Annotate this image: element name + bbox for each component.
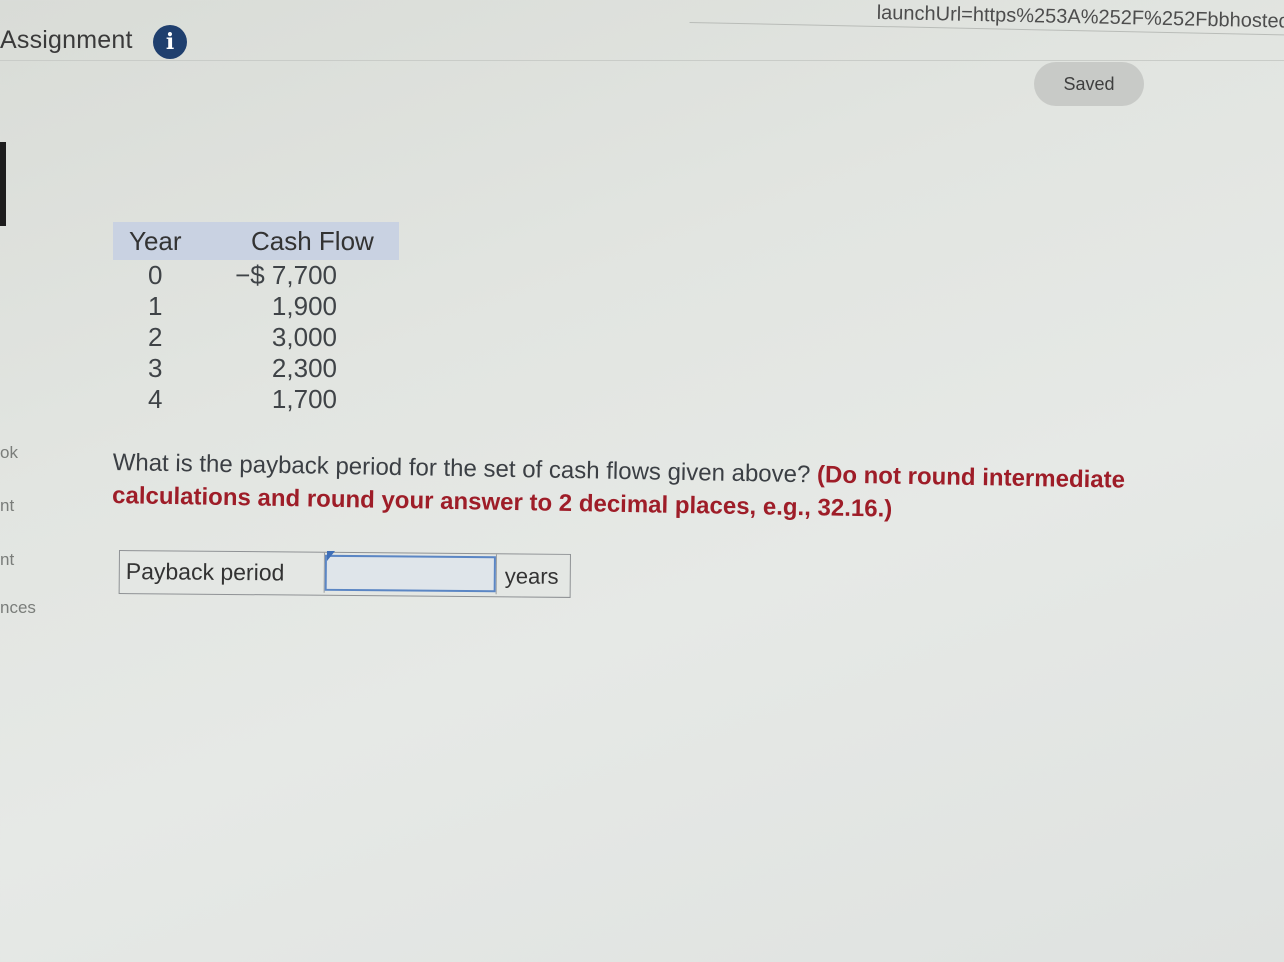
cash-flow-cell: 1,900	[271, 291, 337, 321]
column-header-year: Year	[113, 222, 217, 260]
year-cell: 4	[148, 384, 163, 414]
side-nav-item-ebook[interactable]: ok	[0, 443, 18, 463]
cash-flow-table: Year Cash Flow 0 −$ 7,700 1 1,900 2 3,00…	[113, 222, 399, 415]
column-header-cash-flow: Cash Flow	[217, 222, 399, 260]
side-nav-item-print[interactable]: nt	[0, 496, 14, 516]
sidebar-edge	[0, 142, 6, 226]
side-nav-item-print-2[interactable]: nt	[0, 550, 14, 570]
cash-flow-cell: 3,000	[271, 322, 337, 352]
answer-label: Payback period	[119, 551, 325, 593]
table-row: 4 1,700	[113, 384, 399, 415]
table-row: 3 2,300	[113, 353, 399, 384]
table-row: 2 3,000	[113, 322, 399, 353]
year-cell: 1	[148, 291, 163, 321]
question-prompt: What is the payback period for the set o…	[112, 446, 1158, 530]
cash-flow-cell: −$ 7,700	[235, 260, 337, 290]
url-text: launchUrl=https%253A%252F%252Fbbhosted	[876, 1, 1284, 33]
saved-status-badge: Saved	[1034, 62, 1144, 106]
answer-unit-label: years	[495, 554, 570, 595]
cash-flow-cell: 1,700	[271, 384, 337, 414]
input-flag-icon	[327, 551, 335, 561]
cash-flow-cell: 2,300	[271, 353, 337, 383]
info-icon[interactable]: i	[153, 25, 187, 59]
year-cell: 3	[148, 353, 163, 383]
browser-url-bar[interactable]: launchUrl=https%253A%252F%252Fbbhosted	[689, 0, 1284, 36]
table-row: 1 1,900	[113, 291, 399, 322]
question-text: What is the payback period for the set o…	[112, 448, 811, 489]
header-divider	[0, 60, 1284, 61]
payback-period-input[interactable]	[324, 554, 496, 593]
table-header-row: Year Cash Flow	[113, 222, 399, 260]
year-cell: 2	[148, 322, 163, 352]
side-nav-item-references[interactable]: nces	[0, 598, 36, 618]
year-cell: 0	[148, 260, 163, 290]
table-row: 0 −$ 7,700	[113, 260, 399, 291]
answer-row: Payback period years	[118, 550, 571, 598]
page-title: Assignment	[0, 26, 133, 54]
